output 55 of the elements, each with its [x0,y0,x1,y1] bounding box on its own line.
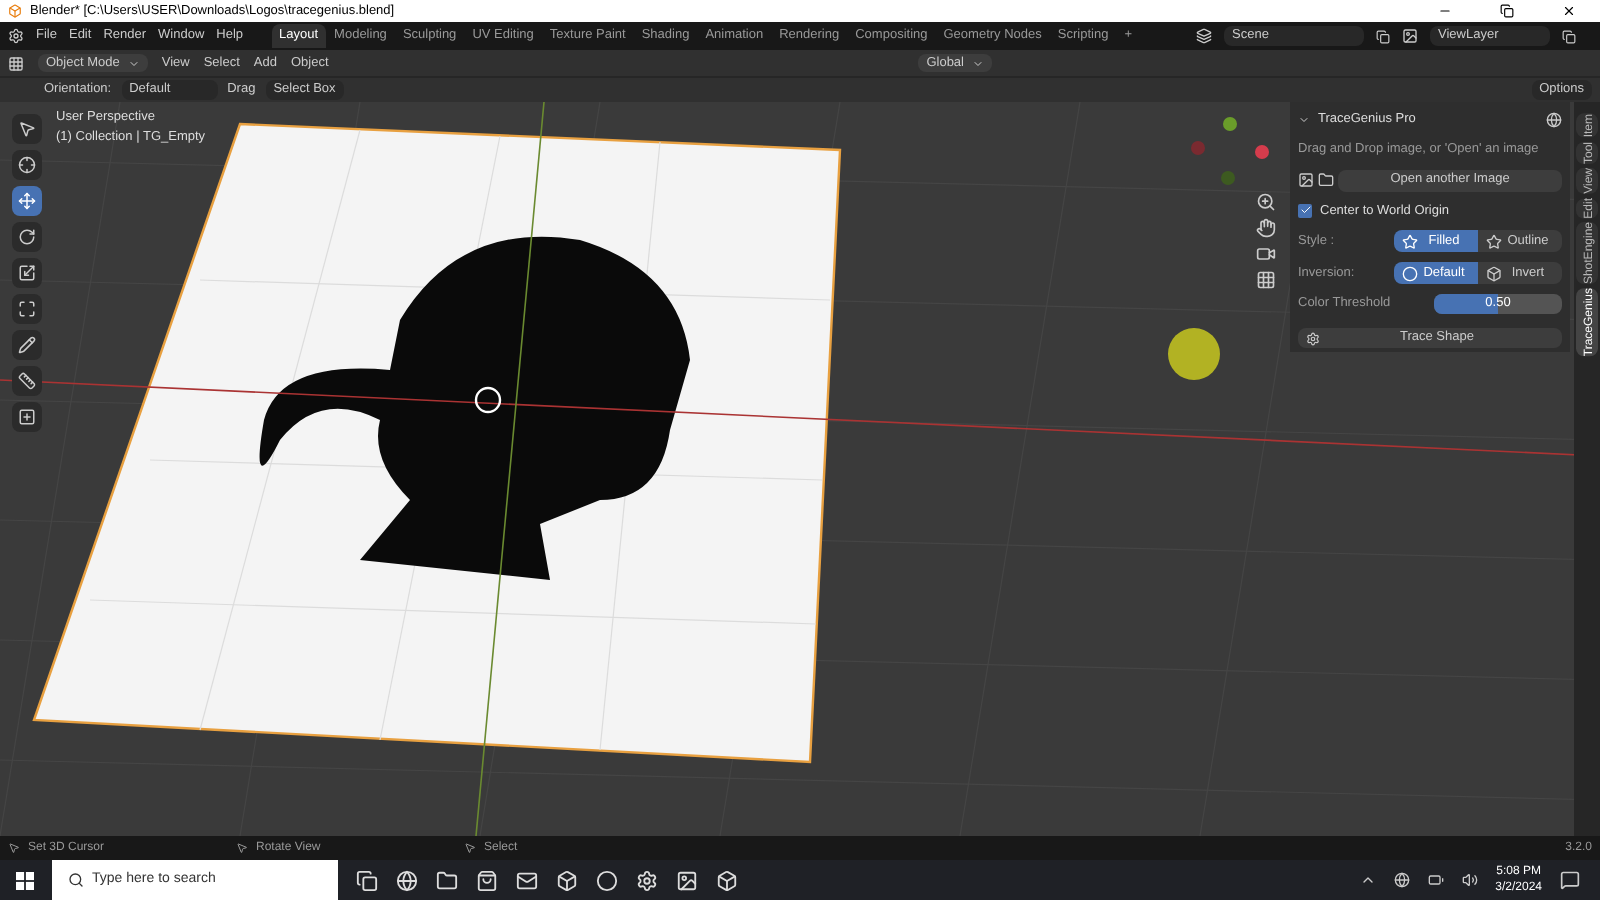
add-tool-button[interactable] [12,402,42,432]
annotate-tool-button[interactable] [12,330,42,360]
collapse-icon[interactable] [1298,113,1310,126]
settings-icon[interactable] [636,869,658,891]
editor-type-icon[interactable] [8,55,24,71]
select-tool-button[interactable] [12,114,42,144]
folder-icon[interactable] [436,869,458,891]
store-icon[interactable] [476,869,498,891]
image-icon[interactable] [1298,172,1314,188]
move-tool-button[interactable] [12,186,42,216]
check-icon [1299,204,1311,217]
network-icon[interactable] [1393,872,1410,888]
folder-icon[interactable] [1318,172,1334,188]
move-tool-icon [18,192,36,210]
transform-tool-button[interactable] [12,294,42,324]
notifications-icon[interactable] [1560,870,1580,890]
option-icon [1402,265,1418,282]
measure-tool-button[interactable] [12,366,42,396]
add-tool-icon [18,408,36,426]
new-scene-icon[interactable] [1376,29,1390,43]
mail-icon[interactable] [516,869,538,891]
checkbox[interactable] [1298,203,1312,218]
image-app-icon[interactable] [676,869,698,891]
transform-tool-icon [18,300,36,318]
select-tool-icon [18,120,36,138]
windows-logo-icon[interactable] [16,871,34,889]
scale-tool-button[interactable] [12,258,42,288]
globe-icon[interactable] [1546,111,1562,128]
rotate-tool-icon [18,228,36,246]
zoom-icon[interactable] [1256,192,1276,212]
camera-icon[interactable] [1256,244,1276,264]
rotate-tool-button[interactable] [12,222,42,252]
battery-icon[interactable] [1427,872,1444,888]
measure-tool-icon [18,372,36,390]
close-icon[interactable] [1562,4,1576,18]
caret-icon [972,57,984,69]
search-icon [68,872,84,888]
option-icon [1486,265,1502,282]
task-view-icon[interactable] [356,869,378,891]
cursor-tool-icon [18,156,36,174]
volume-icon[interactable] [1461,872,1478,888]
hand-icon[interactable] [1256,218,1276,238]
annotate-tool-icon [18,336,36,354]
caret-icon [127,57,140,69]
cursor-tool-button[interactable] [12,150,42,180]
option-icon [1486,233,1502,250]
tray-chevron-icon[interactable] [1359,872,1376,888]
gear-icon [1306,331,1320,346]
restore-icon[interactable] [1500,4,1514,18]
scale-tool-icon [18,264,36,282]
minimize-icon[interactable] [1438,4,1452,18]
option-icon [1402,233,1418,250]
grid-icon[interactable] [1256,270,1276,290]
new-view-layer-icon[interactable] [1562,29,1576,43]
app-logo-icon [8,4,22,18]
